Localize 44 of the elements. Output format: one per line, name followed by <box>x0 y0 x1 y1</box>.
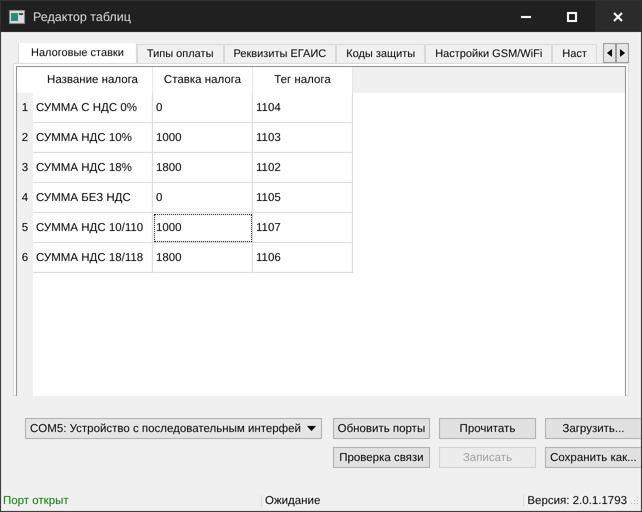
status-text: Версия: 2.0.1.1793 <box>523 495 627 507</box>
status-text: Порт открыт <box>3 495 70 507</box>
tab[interactable]: Наст <box>552 44 597 63</box>
table-cell[interactable]: СУММА НДС 18/118 <box>33 243 153 273</box>
action-button[interactable]: Загрузить... <box>544 418 641 439</box>
tab[interactable]: Коды защиты <box>336 44 426 63</box>
app-icon <box>9 10 25 24</box>
table-cell[interactable]: СУММА НДС 18% <box>33 153 153 183</box>
close-icon <box>613 12 623 22</box>
action-button[interactable]: Прочитать <box>438 418 536 439</box>
dropdown-arrow-icon <box>306 426 316 431</box>
tab[interactable]: Типы оплаты <box>136 44 224 63</box>
table-cell[interactable]: 0 <box>153 183 253 213</box>
tab[interactable]: Настройки GSM/WiFi <box>425 44 552 63</box>
minimize-icon <box>521 16 531 18</box>
tab[interactable]: Реквизиты ЕГАИС <box>224 44 336 63</box>
right-triangle-icon <box>620 49 625 57</box>
scroll-right-button[interactable] <box>616 43 629 63</box>
table-cell[interactable]: 0 <box>153 93 253 123</box>
table-cell[interactable]: 1105 <box>253 183 353 213</box>
table-cell[interactable]: 1000 <box>153 213 253 243</box>
table-cell[interactable]: 1103 <box>253 123 353 153</box>
table-cell[interactable]: 1800 <box>153 243 253 273</box>
window-title: Редактор таблиц <box>33 10 131 24</box>
table-cell[interactable]: 1107 <box>253 213 353 243</box>
table-cell[interactable]: 1106 <box>253 243 353 273</box>
table-cell[interactable]: 1102 <box>253 153 353 183</box>
action-button[interactable]: Сохранить как... <box>544 447 641 468</box>
table-cell[interactable]: СУММА БЕЗ НДС <box>33 183 153 213</box>
scroll-left-button[interactable] <box>603 43 616 63</box>
action-button[interactable]: Проверка связи <box>332 447 430 468</box>
table-cell[interactable]: 1104 <box>253 93 353 123</box>
status-text: Ожидание <box>261 495 524 507</box>
left-triangle-icon <box>607 49 612 57</box>
maximize-icon <box>567 12 577 22</box>
tab[interactable]: Налоговые ставки <box>18 43 137 63</box>
close-button[interactable] <box>595 1 641 32</box>
table-cell[interactable]: СУММА НДС 10/110 <box>33 213 153 243</box>
action-button[interactable]: Обновить порты <box>332 418 430 439</box>
table-cell[interactable]: СУММА С НДС 0% <box>33 93 153 123</box>
table-cell[interactable]: СУММА НДС 10% <box>33 123 153 153</box>
table-cell[interactable]: 1800 <box>153 153 253 183</box>
port-dropdown[interactable]: COM5: Устройство с последовательным интерфей <box>25 418 322 439</box>
table-cell[interactable]: 1000 <box>153 123 253 153</box>
